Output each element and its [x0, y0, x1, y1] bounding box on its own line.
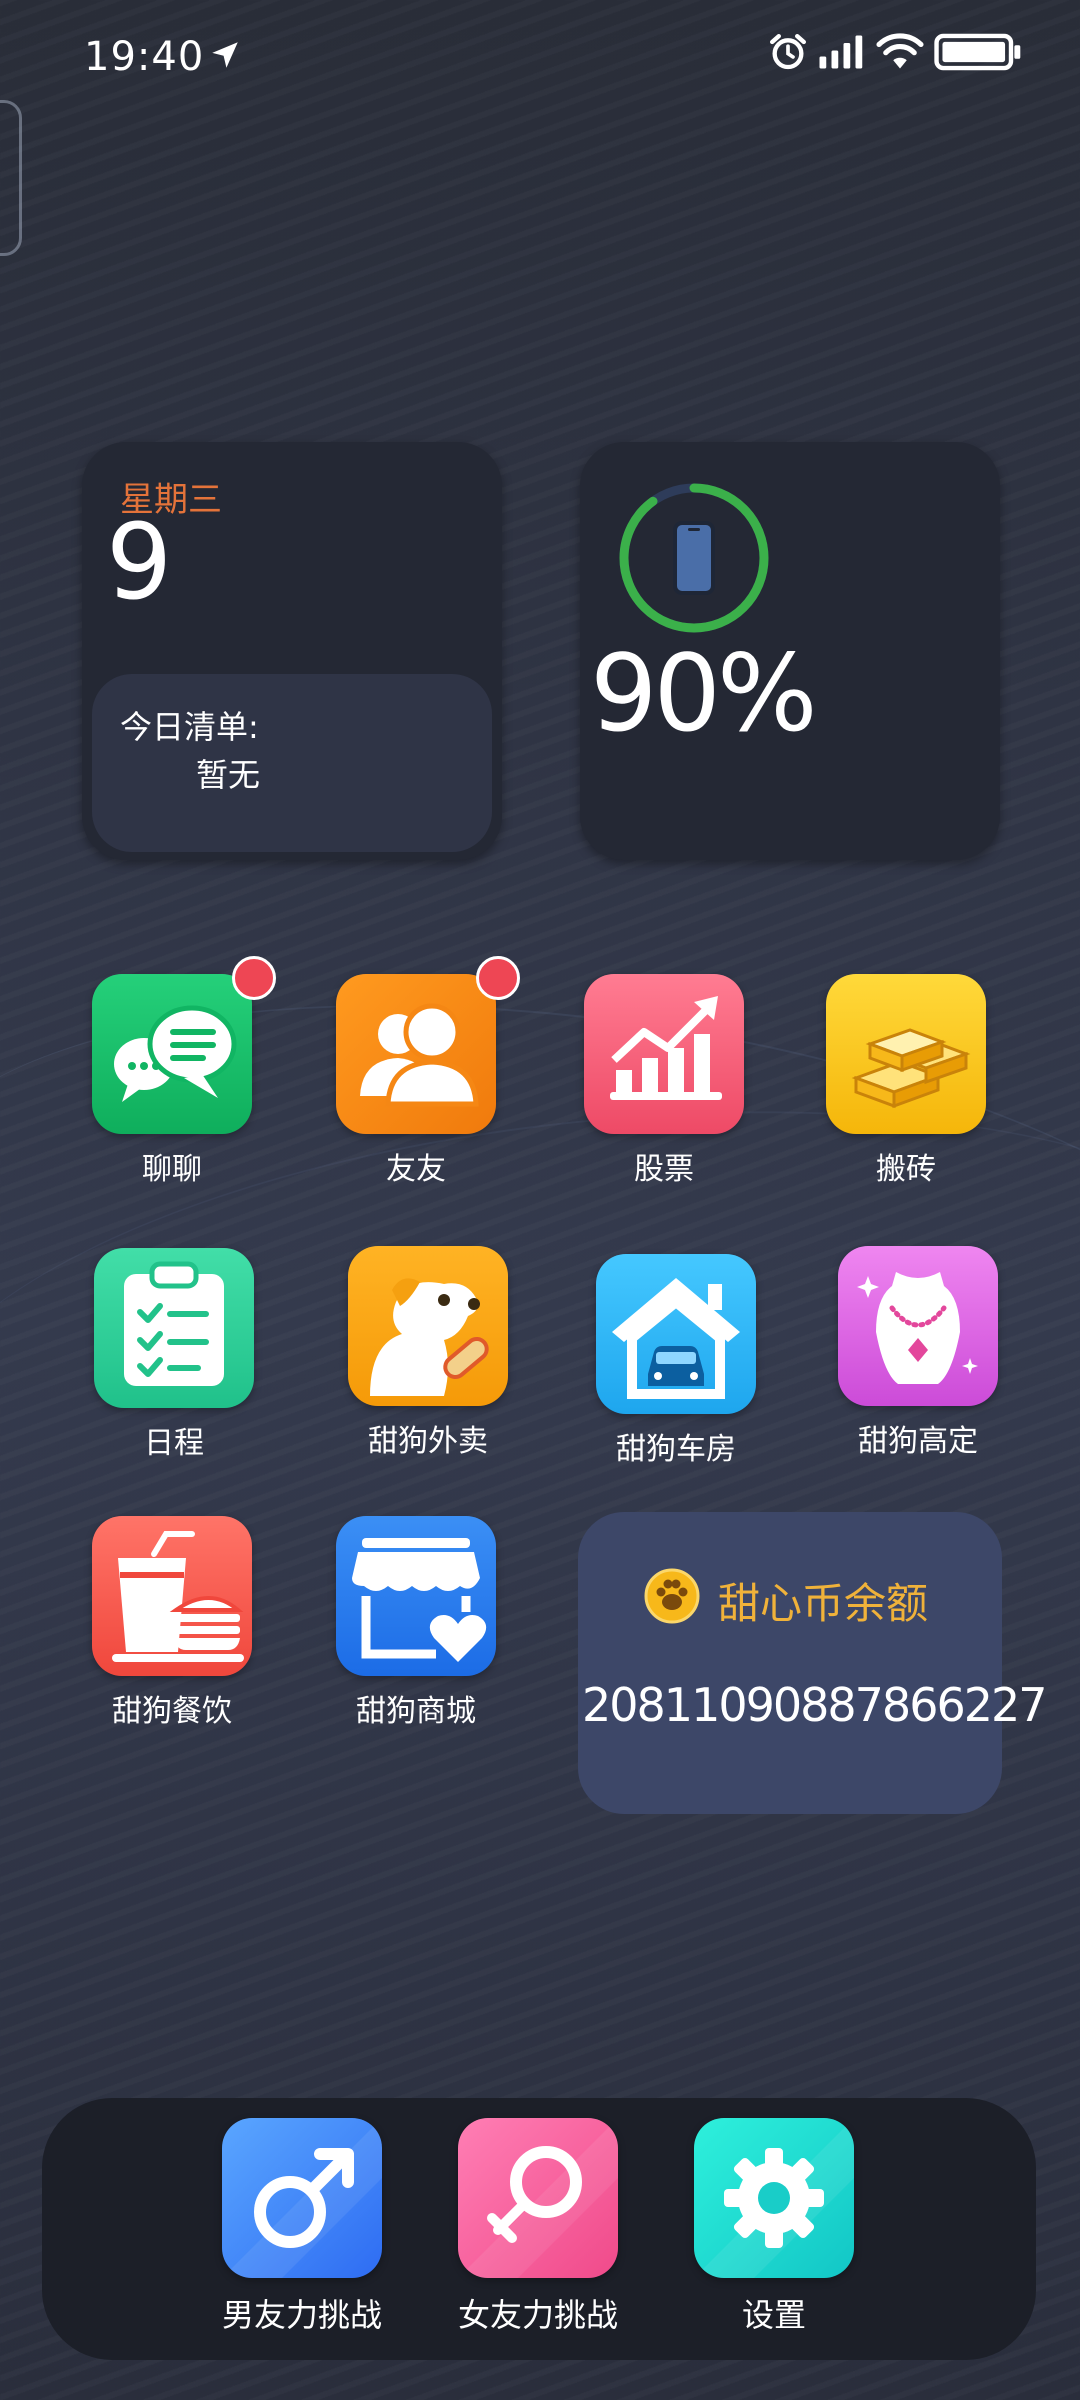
app-brick[interactable]: 搬砖: [806, 974, 1006, 1188]
app-label: 设置: [741, 2296, 806, 2334]
chat-bubbles-icon: [92, 974, 252, 1134]
app-label: 甜狗外卖: [368, 1424, 488, 1459]
app-friends[interactable]: 友友: [316, 956, 520, 1188]
coin-balance-widget[interactable]: 甜心币余额 20811090887866227: [578, 1512, 1048, 1814]
app-label: 股票: [634, 1152, 694, 1187]
app-label: 男友力挑战: [221, 2296, 382, 2334]
app-stocks[interactable]: 股票: [564, 974, 764, 1188]
notification-badge: [476, 956, 520, 1000]
battery-widget[interactable]: 90%: [580, 442, 1000, 860]
battery-percent: 90%: [590, 632, 818, 755]
drink-burger-icon: [92, 1516, 252, 1676]
app-label: 甜狗高定: [858, 1424, 978, 1459]
app-label: 聊聊: [142, 1152, 202, 1187]
app-label: 甜狗商城: [356, 1694, 476, 1729]
todo-list-box[interactable]: 今日清单: 暂无: [92, 674, 492, 852]
status-bar: 19:40: [0, 28, 1080, 88]
signal-icon: [819, 35, 863, 69]
app-dog-mall[interactable]: 甜狗商城: [316, 1516, 516, 1730]
shop-heart-icon: [336, 1516, 496, 1676]
status-time: 19:40: [84, 34, 205, 80]
app-label: 女友力挑战: [457, 2296, 618, 2334]
dock: 男友力挑战 女友力挑战 设置: [42, 2098, 1036, 2360]
battery-ring: [619, 483, 769, 633]
dog-takeout-icon: [348, 1246, 508, 1406]
stock-chart-icon: [584, 974, 744, 1134]
app-label: 日程: [144, 1426, 204, 1461]
female-symbol-icon: [458, 2118, 618, 2278]
necklace-icon: [838, 1246, 998, 1406]
app-dog-couture[interactable]: 甜狗高定: [818, 1246, 1018, 1460]
friends-icon: [336, 974, 496, 1134]
battery-icon: [934, 33, 1021, 71]
gear-icon: [694, 2118, 854, 2278]
todo-title: 今日清单:: [120, 708, 259, 746]
app-dog-takeout[interactable]: 甜狗外卖: [328, 1246, 528, 1460]
app-girlfriend-challenge[interactable]: 女友力挑战: [438, 2118, 638, 2336]
calendar-widget[interactable]: 星期三 9 今日清单: 暂无: [82, 442, 502, 860]
app-settings[interactable]: 设置: [674, 2118, 874, 2336]
notification-badge: [232, 956, 276, 1000]
coin-balance-title: 甜心币余额: [718, 1579, 929, 1628]
app-dog-dining[interactable]: 甜狗餐饮: [72, 1516, 272, 1730]
coin-balance-amount: 20811090887866227: [582, 1678, 1048, 1732]
wifi-icon: [876, 33, 924, 69]
app-dog-car-house[interactable]: 甜狗车房: [576, 1254, 776, 1468]
app-label: 甜狗餐饮: [112, 1694, 232, 1729]
clipboard-checklist-icon: [94, 1248, 254, 1408]
todo-value: 暂无: [196, 756, 261, 794]
app-label: 搬砖: [876, 1152, 936, 1187]
male-symbol-icon: [222, 2118, 382, 2278]
status-icons: [768, 32, 1022, 72]
gold-bars-icon: [826, 974, 986, 1134]
app-label: 甜狗车房: [616, 1432, 736, 1467]
app-boyfriend-challenge[interactable]: 男友力挑战: [202, 2118, 402, 2336]
app-label: 友友: [386, 1152, 446, 1187]
location-arrow-icon: [212, 42, 238, 68]
edge-panel-handle[interactable]: [0, 100, 22, 256]
day-number: 9: [106, 501, 173, 623]
alarm-icon: [770, 34, 806, 70]
app-chat[interactable]: 聊聊: [72, 956, 276, 1188]
app-schedule[interactable]: 日程: [74, 1248, 274, 1462]
paw-coin-icon: [644, 1568, 700, 1624]
house-car-icon: [596, 1254, 756, 1414]
phone-icon: [673, 521, 715, 595]
